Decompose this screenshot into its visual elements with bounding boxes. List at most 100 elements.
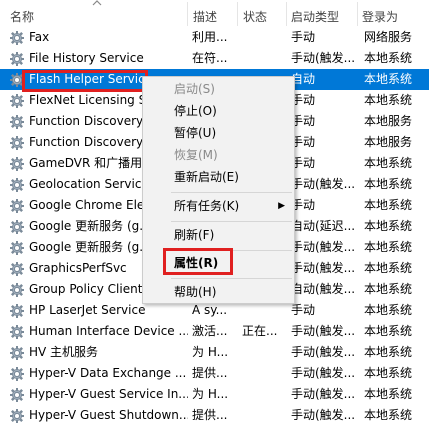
service-logon-as: 本地系统 — [364, 345, 413, 359]
service-logon-as: 本地系统 — [364, 219, 413, 233]
header-startup-type[interactable]: 启动类型 — [287, 0, 357, 27]
menu-item-stop[interactable]: 停止(O) — [143, 100, 294, 122]
highlight-box-selected-service — [22, 70, 148, 92]
service-name: Human Interface Device ... — [29, 324, 188, 338]
service-startup-type: 手动 — [291, 114, 316, 128]
service-gear-icon — [9, 366, 25, 382]
service-logon-as: 本地系统 — [364, 324, 413, 338]
service-startup-type: 手动(触发... — [291, 408, 356, 422]
service-logon-as: 本地系统 — [364, 51, 413, 65]
header-name[interactable]: 名称 — [6, 0, 186, 27]
service-gear-icon — [9, 240, 25, 256]
service-description: 利用... — [192, 30, 228, 44]
service-startup-type: 手动(触发... — [291, 51, 356, 65]
service-startup-type: 手动 — [291, 93, 316, 107]
service-description: 为 H... — [192, 387, 229, 401]
service-row[interactable]: Fax 利用... 手动 网络服务 — [0, 27, 429, 48]
service-name: Hyper-V Guest Service In... — [29, 387, 188, 401]
service-startup-type: 自动(延迟... — [291, 219, 356, 233]
service-status: 正在... — [242, 324, 278, 338]
service-gear-icon — [9, 51, 25, 67]
service-startup-type: 手动(触发... — [291, 177, 356, 191]
service-status — [242, 384, 288, 405]
service-gear-icon — [9, 114, 25, 130]
service-logon-as: 本地系统 — [364, 261, 413, 275]
service-gear-icon — [9, 93, 25, 109]
service-status — [242, 363, 288, 384]
service-logon-as: 网络服务 — [364, 30, 413, 44]
service-row[interactable]: Hyper-V Guest Service In... 为 H... 手动(触发..… — [0, 384, 429, 405]
service-startup-type: 自动 — [291, 72, 316, 86]
service-logon-as: 本地服务 — [364, 114, 413, 128]
service-logon-as: 本地系统 — [364, 366, 413, 380]
service-gear-icon — [9, 387, 25, 403]
service-logon-as: 本地系统 — [364, 156, 413, 170]
service-logon-as: 本地系统 — [364, 177, 413, 191]
service-gear-icon — [9, 177, 25, 193]
menu-item-restart[interactable]: 重新启动(E) — [143, 166, 294, 188]
service-row[interactable]: File History Service 在符... 手动(触发... 本地系统 — [0, 48, 429, 69]
header-logon-as[interactable]: 登录为 — [358, 0, 429, 27]
service-description: 在符... — [192, 51, 228, 65]
service-startup-type: 手动 — [291, 198, 316, 212]
service-logon-as: 本地系统 — [364, 93, 413, 107]
service-name: Hyper-V Data Exchange ... — [29, 366, 187, 380]
service-startup-type: 手动(触发... — [291, 261, 356, 275]
service-gear-icon — [9, 219, 25, 235]
service-gear-icon — [9, 30, 25, 46]
service-gear-icon — [9, 261, 25, 277]
service-name: Hyper-V Guest Shutdown... — [29, 408, 188, 422]
service-logon-as: 本地系统 — [364, 387, 413, 401]
menu-item-all-tasks[interactable]: 所有任务(K) ▶ — [143, 195, 294, 217]
service-status — [242, 405, 288, 426]
service-description: 为 H... — [192, 345, 229, 359]
service-description: 提供... — [192, 366, 228, 380]
service-row[interactable]: Hyper-V Guest Shutdown... 提供... 手动(触发... 本地… — [0, 405, 429, 426]
service-status — [242, 342, 288, 363]
menu-item-all-tasks-label: 所有任务(K) — [174, 199, 240, 213]
service-startup-type: 手动(触发... — [291, 240, 356, 254]
menu-item-resume[interactable]: 恢复(M) — [143, 144, 294, 166]
header-description[interactable]: 描述 — [189, 0, 239, 27]
header-status[interactable]: 状态 — [239, 0, 287, 27]
service-name: Fax — [29, 30, 50, 44]
service-status — [242, 27, 288, 48]
service-gear-icon — [9, 282, 25, 298]
service-logon-as: 本地系统 — [364, 72, 413, 86]
column-header: 名称 描述 状态 启动类型 登录为 — [0, 0, 429, 27]
service-gear-icon — [9, 345, 25, 361]
service-logon-as: 本地系统 — [364, 408, 413, 422]
service-startup-type: 自动(触发... — [291, 282, 356, 296]
service-logon-as: 本地系统 — [364, 198, 413, 212]
service-logon-as: 本地系统 — [364, 240, 413, 254]
service-name: HV 主机服务 — [29, 345, 99, 359]
service-description: 提供... — [192, 408, 228, 422]
highlight-box-properties — [163, 248, 233, 275]
service-status — [242, 48, 288, 69]
service-gear-icon — [9, 324, 25, 340]
service-row[interactable]: Hyper-V Data Exchange ... 提供... 手动(触发... 本地… — [0, 363, 429, 384]
service-logon-as: 本地系统 — [364, 282, 413, 296]
menu-item-refresh[interactable]: 刷新(F) — [143, 224, 294, 246]
service-gear-icon — [9, 198, 25, 214]
service-name: File History Service — [29, 51, 144, 65]
service-startup-type: 手动(触发... — [291, 324, 356, 338]
service-gear-icon — [9, 135, 25, 151]
header-divider[interactable] — [237, 2, 238, 26]
service-gear-icon — [9, 303, 25, 319]
menu-separator — [171, 221, 292, 222]
service-description: 激活... — [192, 324, 228, 338]
menu-item-pause[interactable]: 暂停(U) — [143, 122, 294, 144]
menu-item-help[interactable]: 帮助(H) — [143, 281, 294, 303]
service-startup-type: 手动 — [291, 303, 316, 317]
service-startup-type: 手动(触发... — [291, 366, 356, 380]
header-divider[interactable] — [187, 2, 188, 26]
service-startup-type: 手动 — [291, 135, 316, 149]
menu-item-start[interactable]: 启动(S) — [143, 78, 294, 100]
service-row[interactable]: HV 主机服务 为 H... 手动(触发... 本地系统 — [0, 342, 429, 363]
service-startup-type: 手动 — [291, 30, 316, 44]
menu-separator — [171, 278, 292, 279]
service-row[interactable]: Human Interface Device ... 激活... 正在... 手动(触… — [0, 321, 429, 342]
service-gear-icon — [9, 408, 25, 424]
menu-separator — [171, 192, 292, 193]
